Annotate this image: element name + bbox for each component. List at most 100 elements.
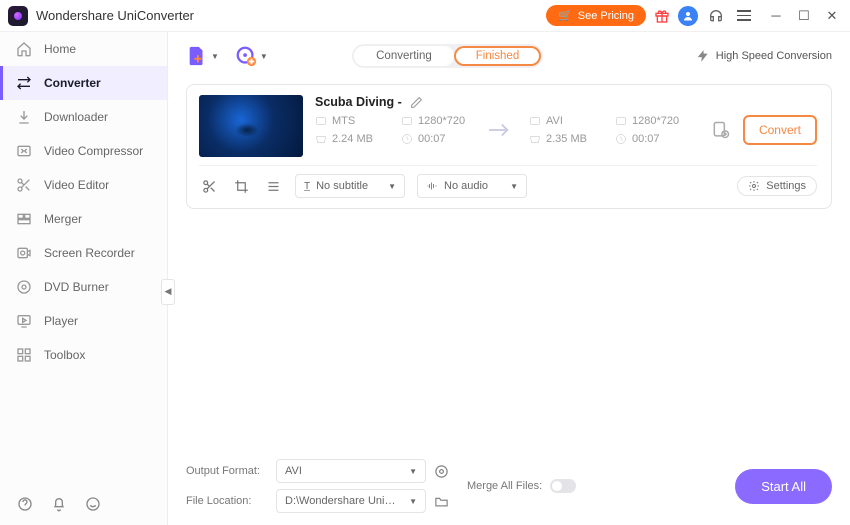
sidebar: Home Converter Downloader Video Compress… (0, 32, 168, 525)
format-settings-icon[interactable] (434, 464, 449, 479)
merge-toggle[interactable] (550, 479, 576, 493)
sidebar-item-recorder[interactable]: Screen Recorder (0, 236, 167, 270)
player-icon (16, 313, 32, 329)
chevron-down-icon: ▼ (409, 497, 417, 506)
gift-icon[interactable] (654, 8, 670, 24)
sidebar-label: Screen Recorder (44, 246, 135, 260)
sidebar-item-dvd[interactable]: DVD Burner (0, 270, 167, 304)
recorder-icon (16, 245, 32, 261)
bottom-bar: Output Format: AVI ▼ File Location: D:\W… (186, 449, 832, 513)
bell-icon[interactable] (50, 495, 68, 513)
sidebar-label: Home (44, 42, 76, 56)
trim-icon[interactable] (199, 176, 219, 196)
compressor-icon (16, 143, 32, 159)
bolt-icon (696, 49, 710, 63)
dst-format: AVI (529, 115, 599, 127)
status-tabs: Converting Finished (352, 44, 543, 68)
sidebar-item-player[interactable]: Player (0, 304, 167, 338)
file-location-label: File Location: (186, 495, 268, 507)
close-button[interactable]: ✕ (822, 6, 842, 26)
settings-label: Settings (766, 180, 806, 192)
titlebar: Wondershare UniConverter 🛒 See Pricing ─… (0, 0, 850, 32)
sidebar-label: Converter (44, 76, 101, 90)
maximize-button[interactable]: ☐ (794, 6, 814, 26)
sidebar-label: Video Compressor (44, 144, 143, 158)
add-file-button[interactable]: ▼ (186, 45, 219, 67)
merge-label: Merge All Files: (467, 480, 542, 492)
dst-resolution: 1280*720 (615, 115, 685, 127)
sidebar-item-editor[interactable]: Video Editor (0, 168, 167, 202)
tab-finished[interactable]: Finished (454, 46, 541, 66)
chevron-down-icon: ▼ (260, 52, 268, 61)
output-format-label: Output Format: (186, 465, 268, 477)
minimize-button[interactable]: ─ (766, 6, 786, 26)
chevron-down-icon: ▼ (409, 467, 417, 476)
help-icon[interactable] (16, 495, 34, 513)
output-format-select[interactable]: AVI ▼ (276, 459, 426, 483)
output-preset-icon[interactable] (711, 120, 731, 140)
convert-button[interactable]: Convert (743, 115, 817, 145)
file-location-select[interactable]: D:\Wondershare UniConverter 1 ▼ (276, 489, 426, 513)
sidebar-label: DVD Burner (44, 280, 109, 294)
home-icon (16, 41, 32, 57)
chevron-down-icon: ▼ (211, 52, 219, 61)
audio-icon (426, 180, 438, 192)
sidebar-label: Merger (44, 212, 82, 226)
converter-icon (16, 75, 32, 91)
sidebar-item-merger[interactable]: Merger (0, 202, 167, 236)
src-duration: 00:07 (401, 133, 471, 145)
sidebar-label: Downloader (44, 110, 108, 124)
dst-duration: 00:07 (615, 133, 685, 145)
chevron-down-icon: ▼ (510, 182, 518, 191)
chevron-down-icon: ▼ (388, 182, 396, 191)
sidebar-item-toolbox[interactable]: Toolbox (0, 338, 167, 372)
support-icon[interactable] (706, 6, 726, 26)
app-title: Wondershare UniConverter (36, 8, 194, 23)
download-icon (16, 109, 32, 125)
gear-icon (748, 180, 760, 192)
cart-icon: 🛒 (558, 9, 572, 22)
sidebar-item-home[interactable]: Home (0, 32, 167, 66)
sidebar-label: Toolbox (44, 348, 85, 362)
main-panel: ▼ ▼ Converting Finished High Speed Conve… (168, 32, 850, 525)
edit-title-icon[interactable] (410, 96, 423, 109)
file-location-value: D:\Wondershare UniConverter 1 (285, 495, 403, 507)
src-format: MTS (315, 115, 385, 127)
dvd-icon (16, 279, 32, 295)
audio-label: No audio (444, 180, 504, 192)
app-logo (8, 6, 28, 26)
menu-icon[interactable] (734, 6, 754, 26)
sidebar-label: Video Editor (44, 178, 109, 192)
sidebar-item-converter[interactable]: Converter (0, 66, 167, 100)
feedback-icon[interactable] (84, 495, 102, 513)
merger-icon (16, 211, 32, 227)
scissors-icon (16, 177, 32, 193)
tab-converting[interactable]: Converting (354, 46, 454, 66)
conversion-item: Scuba Diving - MTS 1280*720 2.24 MB 00:0… (186, 84, 832, 209)
audio-select[interactable]: No audio ▼ (417, 174, 527, 198)
src-size: 2.24 MB (315, 133, 385, 145)
sidebar-item-compressor[interactable]: Video Compressor (0, 134, 167, 168)
item-title: Scuba Diving - (315, 95, 402, 109)
video-thumbnail[interactable] (199, 95, 303, 157)
high-speed-toggle[interactable]: High Speed Conversion (696, 49, 832, 63)
user-avatar[interactable] (678, 6, 698, 26)
start-all-button[interactable]: Start All (735, 469, 832, 504)
add-dvd-button[interactable]: ▼ (235, 45, 268, 67)
toolbox-icon (16, 347, 32, 363)
see-pricing-button[interactable]: 🛒 See Pricing (546, 5, 646, 26)
crop-icon[interactable] (231, 176, 251, 196)
subtitle-label: No subtitle (316, 180, 382, 192)
item-settings-button[interactable]: Settings (737, 176, 817, 196)
sidebar-label: Player (44, 314, 78, 328)
dst-size: 2.35 MB (529, 133, 599, 145)
hsc-label: High Speed Conversion (716, 50, 832, 62)
output-format-value: AVI (285, 465, 403, 477)
arrow-icon (489, 122, 511, 138)
more-icon[interactable] (263, 176, 283, 196)
see-pricing-label: See Pricing (578, 10, 634, 22)
open-folder-icon[interactable] (434, 494, 449, 509)
src-resolution: 1280*720 (401, 115, 471, 127)
subtitle-select[interactable]: T̲ No subtitle ▼ (295, 174, 405, 198)
sidebar-item-downloader[interactable]: Downloader (0, 100, 167, 134)
